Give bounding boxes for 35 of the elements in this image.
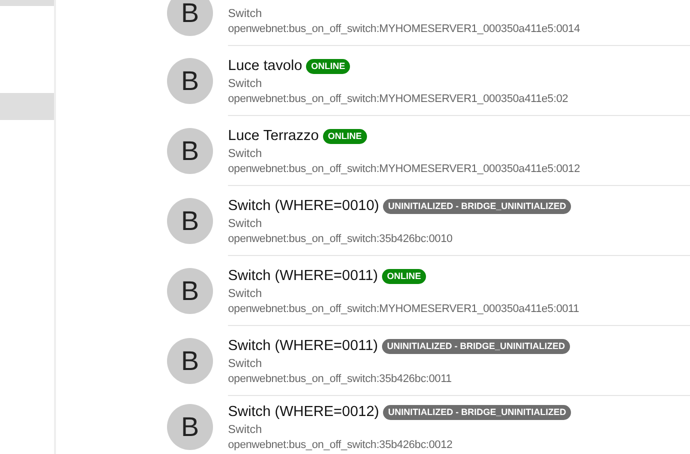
thing-type: Switch (228, 356, 263, 372)
thing-uid: openwebnet:bus_on_off_switch:MYHOMESERVER1_000350a411e5:0014 (228, 22, 581, 37)
status-badge: ONLINE (306, 58, 350, 74)
thing-title[interactable]: Luce Terrazzo (228, 126, 319, 146)
avatar: B (167, 404, 213, 450)
avatar: B (167, 0, 213, 36)
sidebar-item[interactable] (0, 0, 54, 6)
status-badge: UNINITIALIZED - BRIDGE_UNINITIALIZED (383, 405, 572, 420)
status-badge: UNINITIALIZED - BRIDGE_UNINITIALIZED (382, 338, 570, 354)
avatar: B (167, 268, 213, 314)
thing-type: Switch (228, 286, 263, 302)
avatar: B (167, 58, 213, 104)
sidebar-item[interactable] (0, 93, 54, 120)
thing-title[interactable]: Switch (WHERE=0010) (228, 196, 380, 216)
thing-type: Switch (228, 146, 263, 162)
avatar: B (167, 128, 213, 174)
status-badge: ONLINE (322, 128, 367, 144)
thing-title[interactable]: Switch (WHERE=0011) (228, 266, 378, 286)
thing-title[interactable]: Switch (WHERE=0011) (228, 336, 378, 356)
thing-type: Switch (228, 423, 263, 438)
status-badge: ONLINE (382, 268, 426, 284)
thing-title[interactable]: Luce tavolo (228, 56, 302, 76)
thing-uid: openwebnet:bus_on_off_switch:35b426bc:0012 (228, 438, 454, 453)
thing-uid: openwebnet:bus_on_off_switch:MYHOMESERVER1_000350a411e5:0011 (228, 302, 580, 316)
status-badge: UNINITIALIZED - BRIDGE_UNINITIALIZED (383, 198, 572, 214)
thing-uid: openwebnet:bus_on_off_switch:35b426bc:0010 (228, 232, 454, 246)
avatar: B (167, 198, 213, 244)
thing-uid: openwebnet:bus_on_off_switch:MYHOMESERVER1_000350a411e5:0012 (228, 162, 581, 176)
thing-uid: openwebnet:bus_on_off_switch:35b426bc:0011 (228, 372, 453, 386)
thing-title[interactable]: Switch (WHERE=0012) (228, 403, 380, 422)
thing-type: Switch (228, 216, 263, 232)
thing-type: Switch (228, 7, 263, 22)
thing-type: Switch (228, 76, 263, 92)
thing-uid: openwebnet:bus_on_off_switch:MYHOMESERVER1_000350a411e5:02 (228, 92, 570, 106)
avatar: B (167, 338, 213, 384)
